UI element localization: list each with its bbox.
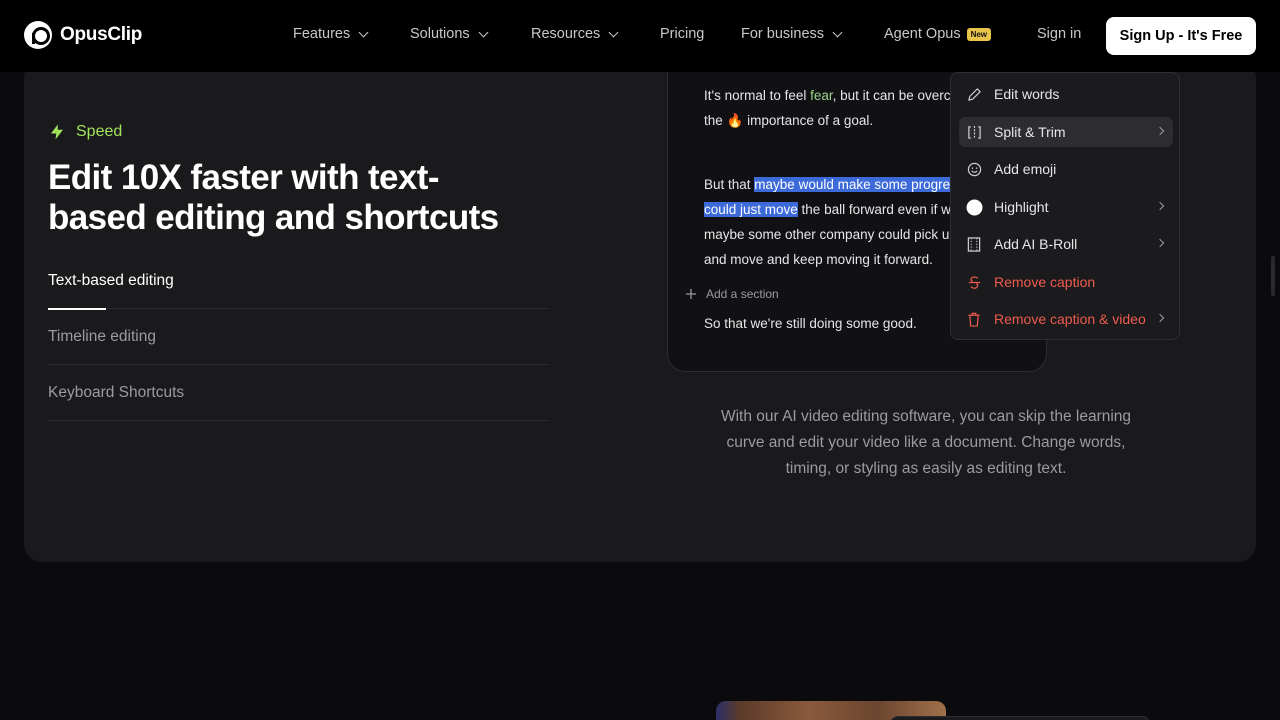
menu-item-label: Highlight	[994, 199, 1049, 215]
top-nav: OpusClip Features Solutions Resources Pr…	[0, 0, 1280, 72]
menu-item-remove-caption-video[interactable]: Remove caption & video	[959, 304, 1173, 334]
chevron-right-icon	[1155, 313, 1165, 323]
brand-logo[interactable]: OpusClip	[24, 21, 142, 49]
headline-line-2: based editing and shortcuts	[48, 198, 499, 237]
transcript-line[interactable]: But that maybe would make some progre	[704, 177, 951, 192]
menu-item-add-emoji[interactable]: Add emoji	[959, 154, 1173, 184]
chevron-right-icon	[1155, 126, 1165, 136]
nav-pricing[interactable]: Pricing	[660, 26, 704, 42]
menu-item-label: Remove caption & video	[994, 311, 1146, 327]
plus-icon	[686, 289, 696, 299]
tab-text-based-editing[interactable]: Text-based editing	[48, 253, 548, 309]
next-section-card	[890, 716, 1150, 720]
add-section-label: Add a section	[706, 287, 779, 301]
transcript-line[interactable]: and move and keep moving it forward.	[704, 252, 933, 267]
emphasized-word: fear	[810, 88, 833, 103]
transcript-text: It's normal to feel	[704, 88, 811, 103]
context-menu: Edit words Split & Trim Add emoji Highli…	[950, 72, 1180, 340]
transcript-text: , but it can be overc	[832, 88, 951, 103]
fire-emoji: 🔥	[726, 113, 744, 128]
lightning-icon	[51, 124, 63, 140]
menu-item-label: Add emoji	[994, 161, 1057, 177]
nav-agent-opus-label: Agent Opus	[884, 26, 961, 42]
nav-agent-opus[interactable]: Agent Opus New	[884, 26, 992, 42]
split-icon	[959, 125, 989, 140]
pencil-icon	[959, 87, 989, 102]
smiley-icon	[959, 162, 989, 177]
chevron-down-icon	[358, 27, 369, 37]
chevron-right-icon	[1155, 201, 1165, 211]
selected-text[interactable]: could just move	[704, 202, 798, 217]
transcript-text: importance of a goal.	[743, 113, 874, 128]
headline-line-1: Edit 10X faster with text-	[48, 158, 439, 197]
film-icon	[959, 236, 989, 252]
menu-item-label: Remove caption	[994, 274, 1096, 290]
chevron-down-icon	[832, 27, 843, 37]
feature-description: With our AI video editing software, you …	[720, 408, 1132, 477]
nav-for-business[interactable]: For business	[741, 26, 843, 42]
transcript-line[interactable]: the 🔥 importance of a goal.	[704, 113, 873, 129]
sign-in-label: Sign in	[1037, 26, 1082, 42]
brand-name: OpusClip	[60, 24, 143, 45]
menu-item-split-trim[interactable]: Split & Trim	[959, 117, 1173, 147]
sign-up-button[interactable]: Sign Up - It's Free	[1106, 17, 1256, 55]
chevron-down-icon	[478, 27, 489, 37]
sign-in-link[interactable]: Sign in	[1037, 26, 1081, 42]
add-section-button[interactable]: Add a section	[686, 287, 779, 301]
menu-item-remove-caption[interactable]: Remove caption	[959, 267, 1173, 297]
nav-solutions-label: Solutions	[410, 26, 470, 42]
transcript-line[interactable]: maybe some other company could pick u	[704, 227, 949, 242]
menu-item-label: Edit words	[994, 86, 1060, 102]
trash-icon	[959, 312, 989, 327]
transcript-text: But that	[704, 177, 755, 192]
nav-features[interactable]: Features	[293, 26, 369, 42]
selected-text[interactable]: maybe would make some progre	[754, 177, 951, 192]
nav-features-label: Features	[293, 26, 351, 42]
new-badge: New	[966, 27, 992, 41]
transcript-line[interactable]: It's normal to feel fear, but it can be …	[704, 88, 950, 103]
circle-icon	[959, 199, 989, 216]
opusclip-logo-icon	[24, 21, 52, 49]
chevron-right-icon	[1155, 238, 1165, 248]
transcript-text: the	[704, 113, 727, 128]
nav-pricing-label: Pricing	[660, 26, 705, 42]
speed-tag-label: Speed	[76, 123, 123, 140]
nav-for-business-label: For business	[741, 26, 825, 42]
chevron-down-icon	[608, 27, 619, 37]
tab-keyboard-shortcuts[interactable]: Keyboard Shortcuts	[48, 365, 548, 421]
transcript-text: the ball forward even if w	[797, 202, 951, 217]
nav-resources-label: Resources	[531, 26, 601, 42]
nav-solutions[interactable]: Solutions	[410, 26, 489, 42]
tab-timeline-editing[interactable]: Timeline editing	[48, 309, 548, 365]
menu-item-label: Add AI B-Roll	[994, 236, 1078, 252]
transcript-line[interactable]: So that we're still doing some good.	[704, 316, 917, 331]
menu-item-highlight[interactable]: Highlight	[959, 192, 1173, 222]
nav-resources[interactable]: Resources	[531, 26, 619, 42]
speed-tag: Speed	[48, 123, 122, 141]
scrollbar-thumb[interactable]	[1271, 256, 1275, 296]
transcript-line[interactable]: could just move the ball forward even if…	[704, 202, 951, 217]
strikethrough-icon	[959, 275, 989, 290]
menu-item-edit-words[interactable]: Edit words	[959, 79, 1173, 109]
feature-headline: Edit 10X faster with text- based editing…	[48, 158, 568, 238]
menu-item-add-ai-b-roll[interactable]: Add AI B-Roll	[959, 229, 1173, 259]
menu-item-label: Split & Trim	[994, 124, 1066, 140]
